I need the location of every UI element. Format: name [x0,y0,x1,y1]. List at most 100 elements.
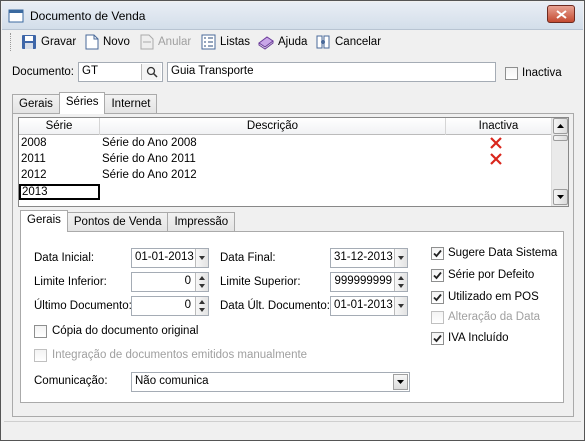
close-icon [556,10,567,19]
spin-up-icon [199,300,205,304]
limite-superior-field[interactable]: 999999999 [330,272,408,292]
grid-header: Série Descrição Inactiva [19,118,552,135]
grid-row[interactable]: 2011 Série do Ano 2011 [19,152,552,168]
limite-inferior-spinner[interactable] [195,273,208,291]
scroll-thumb[interactable] [553,135,568,141]
ultimo-documento-spinner[interactable] [195,297,208,315]
new-document-icon [85,34,99,50]
help-label: Ajuda [278,36,308,48]
search-button[interactable] [141,64,161,80]
window-icon [8,9,24,23]
arrow-down-icon [557,195,564,199]
grid-row[interactable]: 2008 Série do Ano 2008 [19,136,552,152]
data-final-field[interactable]: 31-12-2013 [330,248,408,268]
cancel-document-button[interactable]: Anular [140,33,191,51]
save-button[interactable]: Gravar [21,33,76,51]
lists-label: Listas [220,36,251,48]
data-inicial-field[interactable]: 01-01-2013 [131,248,209,268]
data-ultimo-documento-label: Data Últ. Documento: [220,300,330,312]
row-descricao: Série do Ano 2012 [102,169,197,181]
limite-superior-spinner[interactable] [394,273,407,291]
subtab-pontos-venda-label: Pontos de Venda [73,216,162,228]
data-ultimo-documento-dropdown[interactable] [394,297,407,315]
copia-documento-checkbox[interactable] [34,325,47,338]
checkmark-icon [433,249,442,258]
subtab-impressao[interactable]: Impressão [167,212,236,232]
subtab-pontos-venda[interactable]: Pontos de Venda [66,212,169,232]
help-button[interactable]: Ajuda [258,33,307,51]
close-window-button[interactable] [547,5,575,23]
document-label: Documento: [12,66,75,78]
search-icon [146,66,158,78]
alteracao-data-checkbox[interactable] [431,311,444,324]
ultimo-documento-label: Último Documento: [34,300,132,312]
checkmark-icon [433,293,442,302]
data-final-value: 31-12-2013 [334,251,393,263]
grid-vertical-scrollbar[interactable] [551,118,568,206]
inactive-x-icon [490,137,502,149]
spin-up-icon [199,276,205,280]
row-serie-editor[interactable]: 2013 [19,184,100,200]
exit-icon [316,35,330,49]
limite-superior-label: Limite Superior: [220,276,301,288]
integracao-label: Integração de documentos emitidos manual… [52,349,308,361]
data-final-dropdown[interactable] [394,249,407,267]
serie-defeito-checkbox[interactable] [431,269,444,282]
utilizado-pos-checkbox[interactable] [431,291,444,304]
spin-down-icon [199,284,205,288]
comunicacao-value: Não comunica [135,375,209,387]
data-ultimo-documento-field[interactable]: 01-01-2013 [330,296,408,316]
tab-internet[interactable]: Internet [104,94,158,114]
limite-inferior-value: 0 [184,275,191,287]
new-button[interactable]: Novo [85,33,130,51]
checkmark-icon [433,271,442,280]
series-grid: Série Descrição Inactiva 2008 Série do A… [18,117,569,207]
limite-inferior-field[interactable]: 0 [131,272,209,292]
column-header-descricao[interactable]: Descrição [100,118,446,135]
data-inicial-value: 01-01-2013 [135,251,194,263]
iva-incluido-checkbox[interactable] [431,332,444,345]
document-inactive-checkbox[interactable] [505,67,518,80]
row-serie: 2013 [22,186,48,198]
tab-series[interactable]: Séries [58,92,106,114]
sugere-data-label: Sugere Data Sistema [448,247,558,259]
spin-down-icon [398,284,404,288]
chevron-down-icon [398,256,404,260]
sub-tabs: Gerais Pontos de Venda Impressão [20,210,236,232]
document-description-value: Guia Transporte [171,65,254,77]
inactive-x-icon [490,153,502,165]
column-header-inactiva[interactable]: Inactiva [446,118,552,135]
toolbar: Gravar Novo Anular Listas Ajuda Cancelar [2,30,583,54]
tab-series-label: Séries [65,96,99,108]
window-title: Documento de Venda [30,9,146,23]
cancel-document-label: Anular [158,36,192,48]
column-header-serie[interactable]: Série [19,118,100,135]
chevron-down-icon [397,380,404,384]
row-serie: 2011 [21,153,46,165]
document-description-field[interactable]: Guia Transporte [167,62,496,82]
void-document-icon [140,34,154,50]
tab-internet-label: Internet [111,98,151,110]
data-inicial-dropdown[interactable] [195,249,208,267]
lists-button[interactable]: Listas [201,33,250,51]
subtab-impressao-label: Impressão [174,216,229,228]
comunicacao-dropdown-button[interactable] [393,374,408,390]
document-code-field[interactable]: GT [78,62,163,82]
limite-superior-value: 999999999 [334,275,392,287]
document-code-value: GT [82,65,98,77]
scroll-up-button[interactable] [553,118,568,134]
comunicacao-select[interactable]: Não comunica [131,372,410,392]
grid-row-selected[interactable]: 2013 [19,184,552,200]
integracao-checkbox[interactable] [34,349,47,362]
scroll-down-button[interactable] [553,189,568,205]
sugere-data-checkbox[interactable] [431,247,444,260]
save-label: Gravar [41,36,77,48]
floppy-icon [22,35,36,49]
ultimo-documento-field[interactable]: 0 [131,296,209,316]
copia-documento-label: Cópia do documento original [52,325,199,337]
utilizado-pos-label: Utilizado em POS [448,291,539,303]
tab-gerais[interactable]: Gerais [12,94,60,114]
subtab-gerais[interactable]: Gerais [20,210,68,232]
grid-row[interactable]: 2012 Série do Ano 2012 [19,168,552,184]
close-form-button[interactable]: Cancelar [315,33,381,51]
